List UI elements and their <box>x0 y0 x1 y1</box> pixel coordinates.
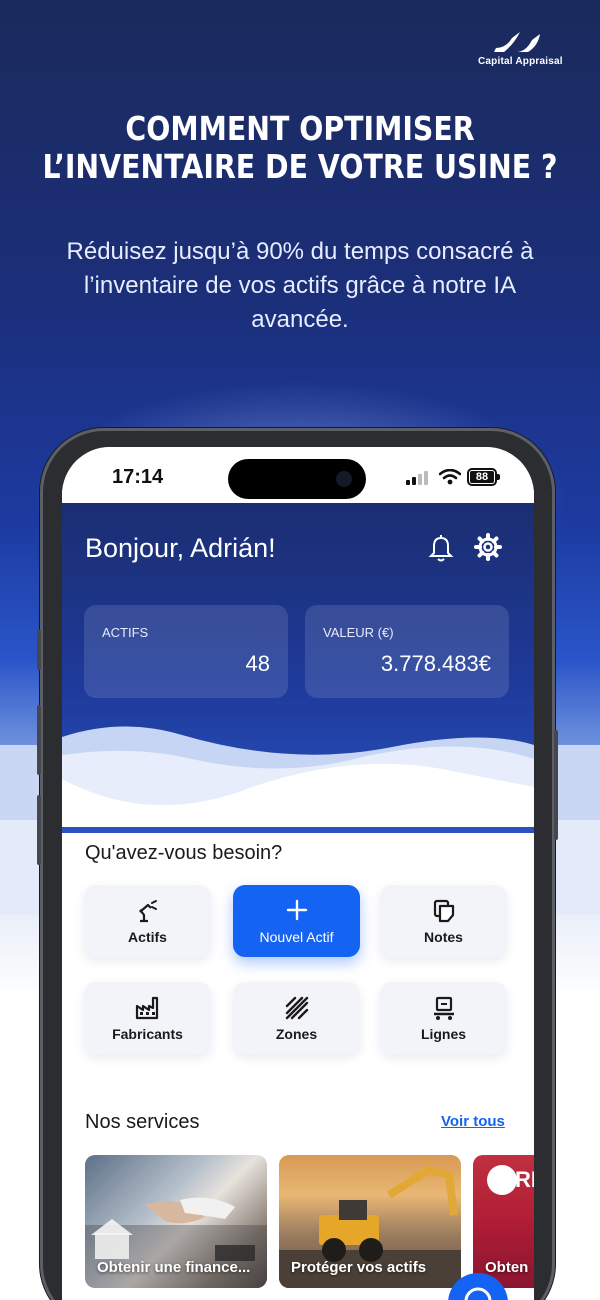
battery-icon: 88 <box>467 468 500 486</box>
section-title-services: Nos services <box>85 1111 200 1133</box>
hero-title-line: COMMENT OPTIMISER <box>125 109 475 148</box>
signal-icon <box>406 471 428 485</box>
notes-icon <box>433 899 454 923</box>
bell-icon[interactable] <box>428 535 454 563</box>
service-card-label: Protéger vos actifs <box>291 1259 427 1276</box>
section-title-needs: Qu'avez-vous besoin? <box>85 842 283 864</box>
gear-icon[interactable] <box>474 533 502 561</box>
header-wave <box>62 726 534 827</box>
hero-title-line: L’INVENTAIRE DE VOTRE USINE ? <box>42 147 558 186</box>
stat-label: VALEUR (€) <box>323 625 394 640</box>
plus-icon <box>286 899 307 921</box>
action-icon-wrap <box>380 996 507 1022</box>
battery-level: 88 <box>470 471 494 483</box>
service-card-partner[interactable]: RI Obten <box>473 1155 534 1288</box>
see-all-link[interactable]: Voir tous <box>441 1113 505 1130</box>
chat-fab-button[interactable] <box>448 1273 508 1300</box>
hero-subtitle: Réduisez jusqu’à 90% du temps consacré à… <box>66 238 534 333</box>
striped-zone-icon <box>285 996 308 1020</box>
action-icon-wrap <box>84 996 211 1022</box>
partner-logo-text: RI <box>515 1167 534 1192</box>
action-label: Lignes <box>420 1026 467 1042</box>
stat-value: 48 <box>245 651 270 676</box>
production-line-icon <box>433 996 454 1020</box>
service-card-label: Obtenir une finance... <box>97 1259 251 1276</box>
service-card-protect[interactable]: Protéger vos actifs <box>279 1155 461 1288</box>
new-asset-button[interactable]: Nouvel Actif <box>233 885 360 957</box>
action-label: Zones <box>275 1026 318 1042</box>
action-label: Notes <box>424 929 463 945</box>
phone-side-button <box>37 705 41 775</box>
status-bar: 17:14 88 <box>62 447 534 505</box>
stat-card-assets: ACTIFS 48 <box>84 605 288 698</box>
chat-icon <box>464 1287 492 1300</box>
factory-icon <box>135 996 158 1020</box>
greeting: Bonjour, Adrián! <box>85 533 276 563</box>
robot-arm-icon <box>138 900 157 923</box>
action-icon-wrap <box>380 899 507 925</box>
action-label: Fabricants <box>112 1026 183 1042</box>
phone-side-button <box>37 630 41 670</box>
phone-side-button <box>37 795 41 865</box>
action-fabricants-button[interactable]: Fabricants <box>84 982 211 1054</box>
partner-logo-icon <box>487 1165 517 1195</box>
action-icon-wrap <box>233 996 360 1022</box>
capital-appraisal-logo-icon <box>494 32 540 52</box>
action-icon-wrap <box>233 899 360 925</box>
stat-card-value: VALEUR (€) 3.778.483€ <box>305 605 509 698</box>
dynamic-island <box>228 459 366 499</box>
phone-screen: 17:14 88 Bonjour, Adrián! ACTIFS 48 VALE… <box>62 447 534 1300</box>
action-label: Nouvel Actif <box>259 929 334 945</box>
brand-logo: Capital Appraisal <box>478 30 563 67</box>
action-label: Actifs <box>128 929 167 945</box>
action-actifs-button[interactable]: Actifs <box>84 885 211 957</box>
status-time: 17:14 <box>112 466 164 488</box>
action-icon-wrap <box>84 899 211 925</box>
action-lignes-button[interactable]: Lignes <box>380 982 507 1054</box>
action-notes-button[interactable]: Notes <box>380 885 507 957</box>
phone-side-button <box>554 730 558 840</box>
brand-name: Capital Appraisal <box>478 56 563 67</box>
stat-label: ACTIFS <box>102 625 149 640</box>
stat-value: 3.778.483€ <box>380 651 491 676</box>
action-zones-button[interactable]: Zones <box>233 982 360 1054</box>
hero-title: COMMENT OPTIMISER L’INVENTAIRE DE VOTRE … <box>42 110 558 186</box>
service-card-financing[interactable]: Obtenir une finance... <box>85 1155 267 1288</box>
wifi-icon <box>439 469 461 485</box>
camera-icon <box>336 471 352 487</box>
